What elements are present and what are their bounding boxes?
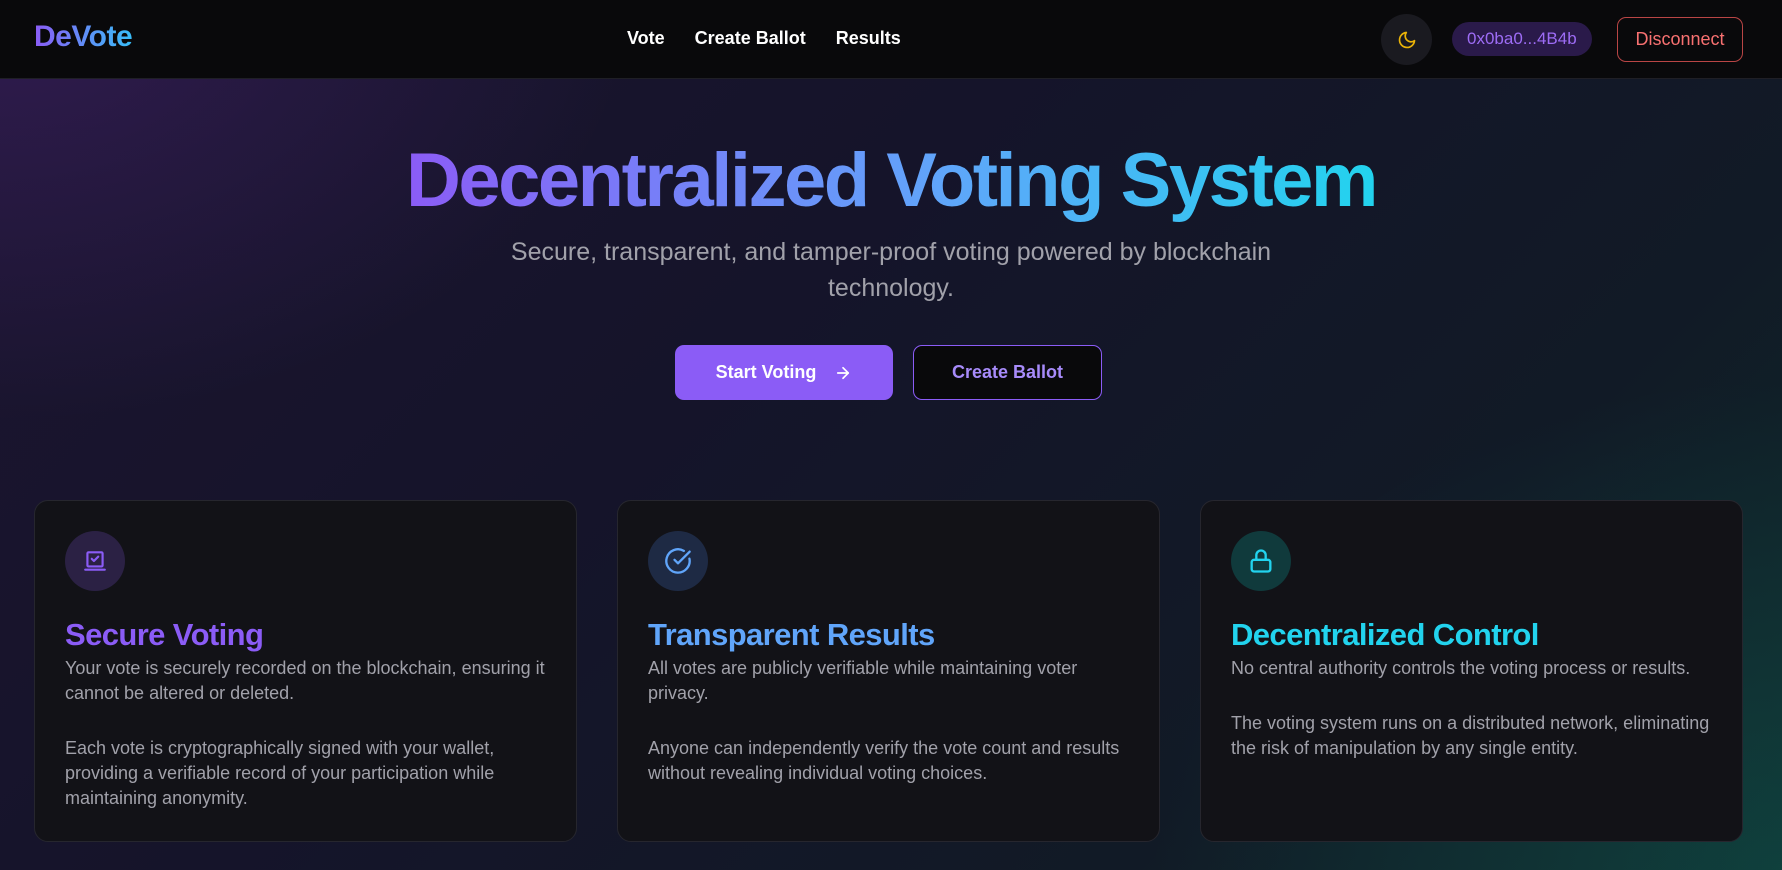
- feature-title: Secure Voting: [65, 617, 264, 652]
- feature-detail: Each vote is cryptographically signed wi…: [65, 738, 495, 808]
- nav-link-results[interactable]: Results: [836, 28, 901, 49]
- feature-detail: The voting system runs on a distributed …: [1231, 713, 1710, 758]
- check-circle-icon: [665, 548, 691, 574]
- feature-card-transparent-results: Transparent Results All votes are public…: [617, 500, 1160, 842]
- hero-subtitle: Secure, transparent, and tamper-proof vo…: [510, 238, 1272, 302]
- feature-card-secure-voting: Secure Voting Your vote is securely reco…: [34, 500, 577, 842]
- feature-icon-wrapper: [1231, 531, 1291, 591]
- main-nav: Vote Create Ballot Results: [627, 28, 901, 49]
- feature-detail: Anyone can independently verify the vote…: [648, 738, 1120, 783]
- arrow-right-icon: [837, 366, 850, 379]
- feature-card-decentralized-control: Decentralized Control No central authori…: [1200, 500, 1743, 842]
- theme-toggle-button[interactable]: [1381, 14, 1432, 65]
- create-ballot-button[interactable]: Create Ballot: [913, 345, 1102, 400]
- start-voting-button[interactable]: Start Voting: [675, 345, 893, 400]
- moon-icon: [1398, 31, 1415, 48]
- feature-icon-wrapper: [65, 531, 125, 591]
- nav-link-vote[interactable]: Vote: [627, 28, 665, 49]
- feature-description: No central authority controls the voting…: [1231, 658, 1691, 678]
- top-navbar: DeVote Vote Create Ballot Results 0x0ba0…: [0, 0, 1782, 79]
- disconnect-button[interactable]: Disconnect: [1617, 17, 1743, 62]
- start-voting-label: Start Voting: [715, 362, 817, 382]
- feature-description: All votes are publicly verifiable while …: [648, 658, 1078, 703]
- feature-title: Transparent Results: [648, 617, 935, 652]
- nav-link-create-ballot[interactable]: Create Ballot: [695, 28, 806, 49]
- lock-icon: [1250, 549, 1272, 573]
- feature-icon-wrapper: [648, 531, 708, 591]
- hero-title-text: Decentralized Voting System: [405, 138, 1379, 223]
- logo[interactable]: DeVote: [34, 20, 133, 54]
- feature-title: Decentralized Control: [1231, 617, 1539, 652]
- ballot-box-icon: [84, 551, 106, 571]
- wallet-address-badge: 0x0ba0...4B4b: [1452, 22, 1592, 56]
- feature-description: Your vote is securely recorded on the bl…: [65, 658, 545, 703]
- hero-title: Decentralized Voting System: [0, 136, 1782, 226]
